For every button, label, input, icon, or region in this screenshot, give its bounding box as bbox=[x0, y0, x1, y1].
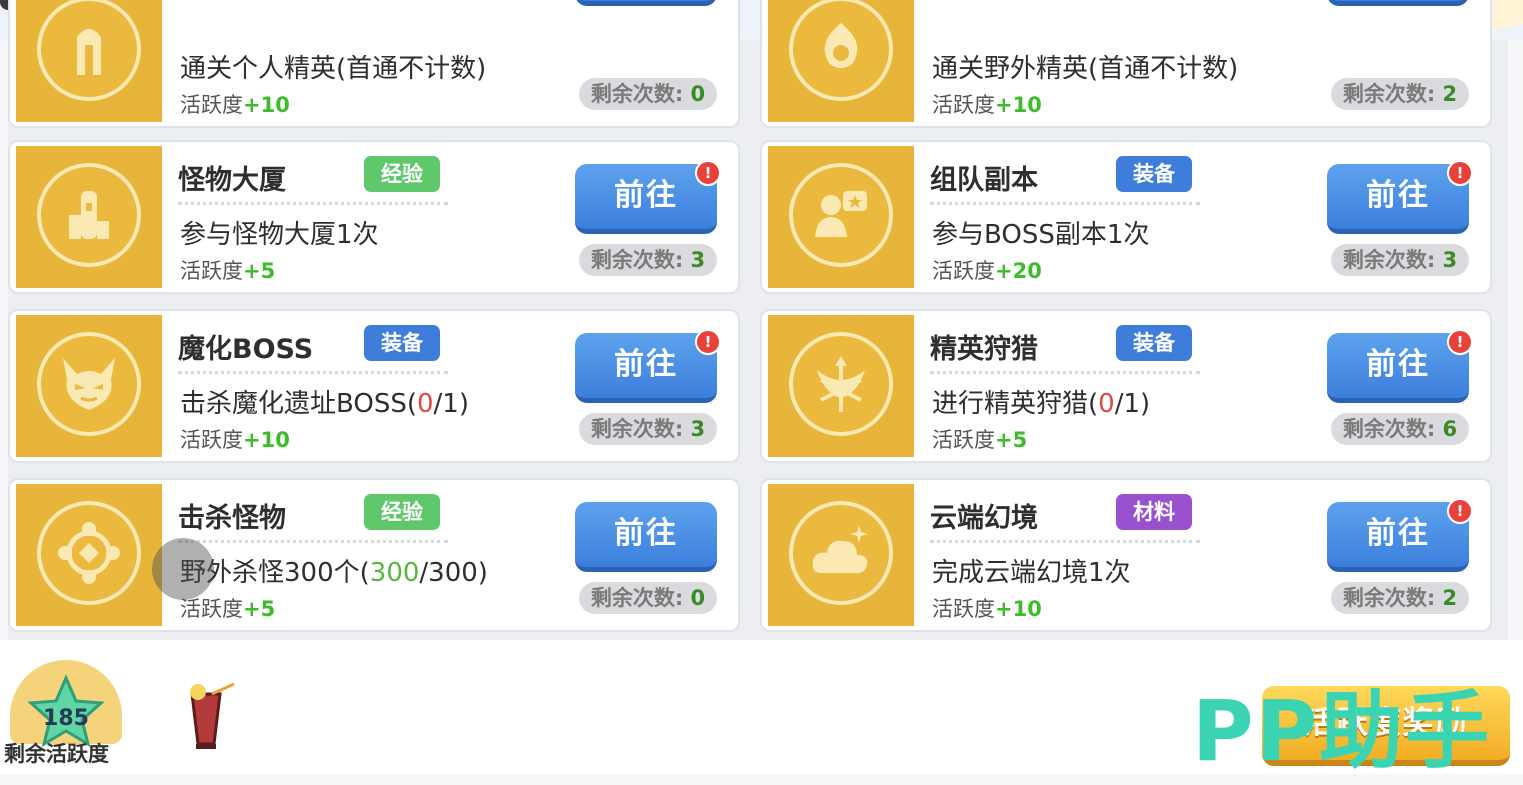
task-card: 魔化BOSS 装备 击杀魔化遗址BOSS(0/1) 活跃度+10 前往! 剩余次… bbox=[8, 309, 740, 463]
tower-icon bbox=[37, 163, 141, 267]
go-button[interactable]: 前往! bbox=[1327, 160, 1473, 234]
elite-field-icon bbox=[789, 0, 893, 101]
crossed-arrows-icon bbox=[789, 332, 893, 436]
task-tag: 经验 bbox=[364, 156, 440, 192]
task-description: 通关个人精英(首通不计数) bbox=[180, 54, 487, 84]
task-card: 怪物大厦 经验 参与怪物大厦1次 活跃度+5 前往! 剩余次数: 3 bbox=[8, 140, 740, 294]
task-description: 参与BOSS副本1次 bbox=[932, 220, 1150, 250]
activity-points: 活跃度+5 bbox=[932, 428, 1028, 452]
go-button[interactable]: 前往 bbox=[1327, 0, 1469, 6]
alert-badge: ! bbox=[695, 329, 721, 355]
task-card: 精英狩猎 装备 进行精英狩猎(0/1) 活跃度+5 前往! 剩余次数: 6 bbox=[760, 309, 1492, 463]
task-description: 通关野外精英(首通不计数) bbox=[932, 54, 1239, 84]
task-description: 击杀魔化遗址BOSS(0/1) bbox=[180, 389, 469, 419]
task-description: 野外杀怪300个(300/300) bbox=[180, 558, 488, 588]
task-card: 组队副本 装备 参与BOSS副本1次 活跃度+20 前往! 剩余次数: 3 bbox=[760, 140, 1492, 294]
activity-points: 活跃度+10 bbox=[180, 428, 290, 452]
task-grid: 前往 通关个人精英(首通不计数) 活跃度+10 剩余次数: 0 前往 通关野外精… bbox=[8, 0, 1508, 640]
task-title: 云端幻境 bbox=[930, 503, 1038, 534]
remaining-count: 剩余次数: 3 bbox=[579, 413, 717, 445]
task-title: 精英狩猎 bbox=[930, 334, 1038, 365]
alert-badge: ! bbox=[1447, 329, 1473, 355]
go-button[interactable]: 前往 bbox=[575, 0, 717, 6]
task-tag: 装备 bbox=[1116, 325, 1192, 361]
divider bbox=[930, 540, 1200, 543]
team-icon bbox=[789, 163, 893, 267]
go-button[interactable]: 前往! bbox=[575, 329, 721, 403]
task-card: 击杀怪物 经验 野外杀怪300个(300/300) 活跃度+5 前往 剩余次数:… bbox=[8, 478, 740, 632]
task-description: 完成云端幻境1次 bbox=[932, 558, 1131, 588]
floating-assist-button[interactable] bbox=[152, 538, 214, 600]
remaining-activity-label: 剩余活跃度 bbox=[4, 742, 109, 766]
task-title: 魔化BOSS bbox=[178, 334, 314, 365]
divider bbox=[178, 540, 448, 543]
task-tag: 装备 bbox=[364, 325, 440, 361]
task-title: 组队副本 bbox=[930, 165, 1038, 196]
alert-badge: ! bbox=[1447, 498, 1473, 524]
go-button[interactable]: 前往 bbox=[575, 502, 717, 572]
remaining-count: 剩余次数: 3 bbox=[579, 244, 717, 276]
go-button[interactable]: 前往! bbox=[1327, 329, 1473, 403]
task-icon-box bbox=[768, 484, 914, 626]
task-icon-box bbox=[16, 0, 162, 122]
divider bbox=[178, 202, 448, 205]
task-description: 进行精英狩猎(0/1) bbox=[932, 389, 1151, 419]
task-icon-box bbox=[768, 146, 914, 288]
demon-icon bbox=[37, 332, 141, 436]
task-title: 怪物大厦 bbox=[178, 165, 286, 196]
task-icon-box bbox=[768, 315, 914, 457]
task-tag: 装备 bbox=[1116, 156, 1192, 192]
remaining-activity-value: 185 bbox=[43, 706, 89, 731]
task-card: 前往 通关野外精英(首通不计数) 活跃度+10 剩余次数: 2 bbox=[760, 0, 1492, 128]
drink-icon[interactable] bbox=[182, 680, 246, 752]
remaining-count: 剩余次数: 6 bbox=[1331, 413, 1469, 445]
activity-points: 活跃度+10 bbox=[180, 93, 290, 117]
remaining-count: 剩余次数: 3 bbox=[1331, 244, 1469, 276]
elite-personal-icon bbox=[37, 0, 141, 101]
activity-points: 活跃度+10 bbox=[932, 93, 1042, 117]
activity-points: 活跃度+10 bbox=[932, 597, 1042, 621]
task-icon-box bbox=[16, 315, 162, 457]
task-card: 云端幻境 材料 完成云端幻境1次 活跃度+10 前往! 剩余次数: 2 bbox=[760, 478, 1492, 632]
target-icon bbox=[37, 501, 141, 605]
go-button[interactable]: 前往! bbox=[575, 160, 721, 234]
task-title: 击杀怪物 bbox=[178, 503, 286, 534]
task-icon-box bbox=[16, 484, 162, 626]
remaining-count: 剩余次数: 2 bbox=[1331, 78, 1469, 110]
task-card: 前往 通关个人精英(首通不计数) 活跃度+10 剩余次数: 0 bbox=[8, 0, 740, 128]
remaining-count: 剩余次数: 2 bbox=[1331, 582, 1469, 614]
task-icon-box bbox=[768, 0, 914, 122]
watermark-logo: PP助手 bbox=[1192, 682, 1492, 780]
go-button[interactable]: 前往! bbox=[1327, 498, 1473, 572]
task-tag: 材料 bbox=[1116, 494, 1192, 530]
activity-points: 活跃度+5 bbox=[180, 259, 276, 283]
task-tag: 经验 bbox=[364, 494, 440, 530]
task-icon-box bbox=[16, 146, 162, 288]
divider bbox=[178, 371, 448, 374]
task-description: 参与怪物大厦1次 bbox=[180, 220, 379, 250]
alert-badge: ! bbox=[1447, 160, 1473, 186]
alert-badge: ! bbox=[695, 160, 721, 186]
divider bbox=[930, 371, 1200, 374]
remaining-count: 剩余次数: 0 bbox=[579, 582, 717, 614]
activity-points: 活跃度+20 bbox=[932, 259, 1042, 283]
cloud-icon bbox=[789, 501, 893, 605]
remaining-count: 剩余次数: 0 bbox=[579, 78, 717, 110]
divider bbox=[930, 202, 1200, 205]
